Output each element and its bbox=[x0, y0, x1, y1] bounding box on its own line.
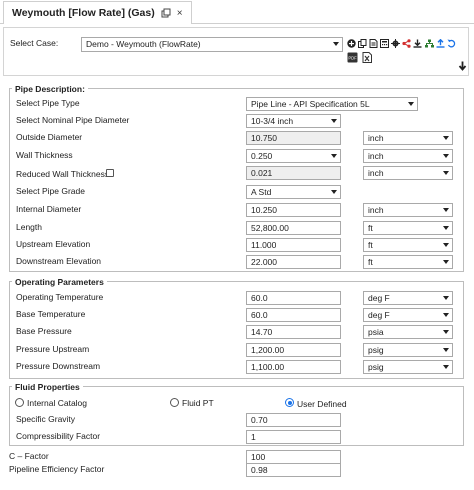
operating-temperature-field[interactable]: 60.0 bbox=[246, 291, 341, 305]
reduced-wall-thickness-checkbox[interactable] bbox=[106, 169, 114, 177]
share-icon[interactable] bbox=[402, 39, 411, 48]
case-select[interactable]: Demo - Weymouth (FlowRate) bbox=[81, 37, 343, 52]
operating-temperature-unit-select[interactable]: deg F bbox=[363, 291, 453, 305]
pipe-description-title: Pipe Description: bbox=[12, 84, 88, 94]
calculator-icon[interactable] bbox=[380, 39, 389, 48]
close-icon[interactable]: × bbox=[177, 8, 183, 19]
pipeline-efficiency-field[interactable]: 0.98 bbox=[246, 463, 341, 477]
case-panel: Select Case: Demo - Weymouth (FlowRate) … bbox=[3, 27, 469, 76]
c-factor-field[interactable]: 100 bbox=[246, 450, 341, 464]
operating-parameters-title: Operating Parameters bbox=[12, 277, 107, 287]
fluid-properties-title: Fluid Properties bbox=[12, 382, 83, 392]
downstream-elevation-unit-select[interactable]: ft bbox=[363, 255, 453, 269]
upstream-elevation-unit-select[interactable]: ft bbox=[363, 238, 453, 252]
pipe-type-label: Select Pipe Type bbox=[16, 98, 80, 108]
pipe-type-select[interactable]: Pipe Line - API Specification 5L bbox=[246, 97, 418, 111]
internal-catalog-label: Internal Catalog bbox=[27, 398, 88, 408]
pressure-upstream-field[interactable]: 1,200.00 bbox=[246, 343, 341, 357]
operating-temperature-label: Operating Temperature bbox=[16, 292, 104, 302]
base-temperature-label: Base Temperature bbox=[16, 309, 86, 319]
collapse-arrow-icon[interactable] bbox=[458, 61, 467, 73]
add-icon[interactable] bbox=[347, 39, 356, 48]
svg-text:PDF: PDF bbox=[348, 55, 357, 60]
compressibility-factor-field[interactable]: 1 bbox=[246, 430, 341, 444]
downstream-elevation-field[interactable]: 22.000 bbox=[246, 255, 341, 269]
upstream-elevation-label: Upstream Elevation bbox=[16, 239, 91, 249]
pipe-grade-select[interactable]: A Std bbox=[246, 185, 341, 199]
wall-thickness-select[interactable]: 0.250 bbox=[246, 149, 341, 163]
pipeline-efficiency-label: Pipeline Efficiency Factor bbox=[9, 464, 105, 474]
tab-title: Weymouth [Flow Rate] (Gas) bbox=[12, 7, 155, 19]
user-defined-label: User Defined bbox=[297, 399, 347, 409]
fluid-pt-radio[interactable] bbox=[170, 398, 179, 407]
nominal-diameter-select[interactable]: 10-3/4 inch bbox=[246, 114, 341, 128]
fluid-pt-label: Fluid PT bbox=[182, 398, 214, 408]
pressure-upstream-unit-select[interactable]: psig bbox=[363, 343, 453, 357]
undo-icon[interactable] bbox=[447, 39, 456, 48]
specific-gravity-label: Specific Gravity bbox=[16, 414, 76, 424]
nominal-diameter-label: Select Nominal Pipe Diameter bbox=[16, 115, 130, 125]
popout-icon[interactable] bbox=[161, 8, 171, 18]
pressure-upstream-label: Pressure Upstream bbox=[16, 344, 90, 354]
upload-icon[interactable] bbox=[436, 38, 445, 48]
pressure-downstream-unit-select[interactable]: psig bbox=[363, 360, 453, 374]
download-icon[interactable] bbox=[413, 39, 422, 48]
base-temperature-unit-select[interactable]: deg F bbox=[363, 308, 453, 322]
compressibility-factor-label: Compressibility Factor bbox=[16, 431, 101, 441]
base-pressure-field[interactable]: 14.70 bbox=[246, 325, 341, 339]
outside-diameter-unit-select[interactable]: inch bbox=[363, 131, 453, 145]
outside-diameter-label: Outside Diameter bbox=[16, 132, 83, 142]
tab-weymouth[interactable]: Weymouth [Flow Rate] (Gas) × bbox=[3, 1, 192, 24]
base-temperature-field[interactable]: 60.0 bbox=[246, 308, 341, 322]
reduced-wall-thickness-label: Reduced Wall Thickness bbox=[16, 169, 110, 179]
length-field[interactable]: 52,800.00 bbox=[246, 221, 341, 235]
base-pressure-unit-select[interactable]: psia bbox=[363, 325, 453, 339]
pipe-grade-label: Select Pipe Grade bbox=[16, 186, 85, 196]
upstream-elevation-field[interactable]: 11.000 bbox=[246, 238, 341, 252]
reduced-wall-thickness-unit-select[interactable]: inch bbox=[363, 166, 453, 180]
base-pressure-label: Base Pressure bbox=[16, 326, 72, 336]
length-unit-select[interactable]: ft bbox=[363, 221, 453, 235]
internal-diameter-field[interactable]: 10.250 bbox=[246, 203, 341, 217]
outside-diameter-field[interactable]: 10.750 bbox=[246, 131, 341, 145]
network-icon[interactable] bbox=[425, 39, 434, 48]
copy-icon[interactable] bbox=[358, 39, 367, 48]
wall-thickness-unit-select[interactable]: inch bbox=[363, 149, 453, 163]
document-icon[interactable] bbox=[369, 39, 378, 48]
tab-bar: Weymouth [Flow Rate] (Gas) × bbox=[0, 0, 474, 24]
reduced-wall-thickness-field[interactable]: 0.021 bbox=[246, 166, 341, 180]
select-case-label: Select Case: bbox=[10, 38, 59, 48]
internal-diameter-unit-select[interactable]: inch bbox=[363, 203, 453, 217]
pdf-icon[interactable]: PDF bbox=[347, 52, 359, 63]
downstream-elevation-label: Downstream Elevation bbox=[16, 256, 102, 266]
user-defined-radio[interactable] bbox=[285, 398, 294, 407]
settings-icon[interactable] bbox=[391, 39, 400, 48]
wall-thickness-label: Wall Thickness bbox=[16, 150, 73, 160]
internal-catalog-radio[interactable] bbox=[15, 398, 24, 407]
c-factor-label: C – Factor bbox=[9, 451, 49, 461]
length-label: Length bbox=[16, 222, 42, 232]
pressure-downstream-label: Pressure Downstream bbox=[16, 361, 101, 371]
excel-icon[interactable] bbox=[362, 52, 374, 63]
internal-diameter-label: Internal Diameter bbox=[16, 204, 82, 214]
pressure-downstream-field[interactable]: 1,100.00 bbox=[246, 360, 341, 374]
specific-gravity-field[interactable]: 0.70 bbox=[246, 413, 341, 427]
